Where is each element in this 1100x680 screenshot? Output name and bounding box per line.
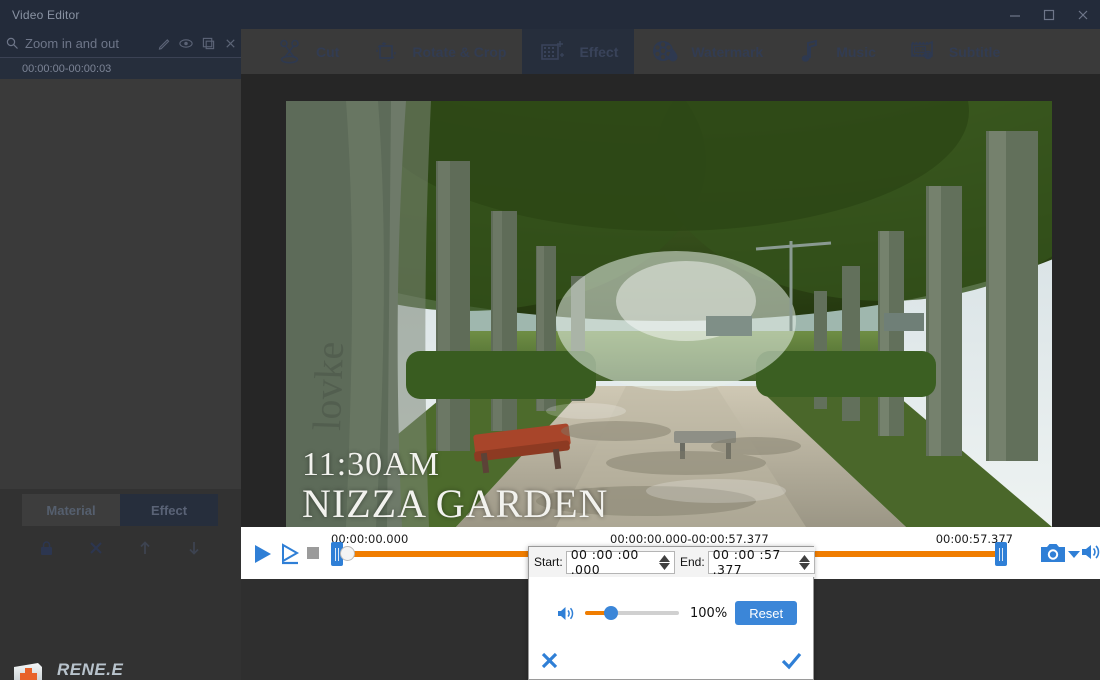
reset-button[interactable]: Reset bbox=[735, 601, 797, 625]
minimize-button[interactable] bbox=[998, 0, 1032, 29]
eye-icon[interactable] bbox=[179, 36, 193, 50]
end-time-stepper[interactable] bbox=[799, 555, 810, 570]
rotate-crop-icon bbox=[371, 37, 401, 67]
volume-slider-knob[interactable] bbox=[604, 606, 618, 620]
close-button[interactable] bbox=[1066, 0, 1100, 29]
toolbar-item-subtitle[interactable]: SLB T Subtitle bbox=[892, 29, 1016, 74]
effect-icon bbox=[538, 37, 568, 67]
close-icon[interactable] bbox=[223, 36, 237, 50]
end-time-input[interactable]: 00 :00 :57 .377 bbox=[708, 551, 815, 574]
move-up-icon[interactable] bbox=[120, 540, 169, 556]
trim-dialog: Start: 00 :00 :00 .000 End: 00 :00 :57 .… bbox=[528, 546, 814, 680]
start-time-stepper[interactable] bbox=[659, 555, 670, 570]
sidebar-content-area bbox=[0, 79, 241, 489]
trim-volume-row: 100% Reset bbox=[529, 595, 815, 631]
toolbar-item-watermark[interactable]: Watermark bbox=[634, 29, 779, 74]
play-button[interactable] bbox=[249, 541, 275, 567]
playhead-knob[interactable] bbox=[340, 546, 355, 561]
timeline-range-time: 00:00:00.000-00:00:57.377 bbox=[610, 532, 769, 546]
trim-handle-right[interactable] bbox=[995, 542, 1007, 566]
search-icon bbox=[6, 37, 19, 50]
overlay-place: NIZZA GARDEN bbox=[302, 483, 608, 525]
video-preview-area: lovke 11:30AM NIZZA GARDEN bbox=[241, 74, 1100, 527]
window-title: Video Editor bbox=[12, 8, 80, 22]
subtitle-icon: SLB T bbox=[908, 37, 938, 67]
watermark-icon bbox=[650, 37, 680, 67]
sidebar-tool-row bbox=[22, 534, 218, 562]
video-canvas[interactable]: lovke 11:30AM NIZZA GARDEN bbox=[286, 101, 1052, 527]
toolbar-item-rotate-crop[interactable]: Rotate & Crop bbox=[355, 29, 522, 74]
toolbar-item-effect[interactable]: Effect bbox=[522, 29, 634, 74]
pencil-icon[interactable] bbox=[157, 36, 171, 50]
end-label: End: bbox=[680, 555, 705, 569]
snapshot-button[interactable] bbox=[1039, 540, 1067, 566]
toolbar-item-cut[interactable]: Cut bbox=[259, 29, 355, 74]
sidebar: Zoom in and out 00:00:00-00:00:03 bbox=[0, 29, 241, 680]
tab-material[interactable]: Material bbox=[22, 494, 120, 526]
timeline-clip-row[interactable]: 00:00:00-00:00:03 bbox=[0, 57, 241, 79]
toolbar-label-subtitle: Subtitle bbox=[949, 44, 1000, 60]
start-time-value: 00 :00 :00 .000 bbox=[567, 547, 674, 577]
editor-toolbar: Cut Rotate & Crop bbox=[241, 29, 1100, 74]
lock-icon[interactable] bbox=[22, 540, 71, 557]
maximize-button[interactable] bbox=[1032, 0, 1066, 29]
video-editor-window: Video Editor Zoom in and out bbox=[0, 0, 1100, 680]
overlay-time: 11:30AM bbox=[302, 447, 608, 483]
snapshot-dropdown-chevron-down-icon[interactable] bbox=[1067, 549, 1081, 559]
toolbar-label-cut: Cut bbox=[316, 44, 339, 60]
music-note-icon bbox=[795, 37, 825, 67]
svg-text:SLB: SLB bbox=[915, 47, 925, 53]
stop-button[interactable] bbox=[305, 545, 321, 561]
player-volume-icon[interactable] bbox=[1081, 542, 1100, 562]
move-down-icon[interactable] bbox=[169, 540, 218, 556]
tab-effect[interactable]: Effect bbox=[120, 494, 218, 526]
toolbar-label-watermark: Watermark bbox=[691, 44, 763, 60]
material-effect-tabs: Material Effect bbox=[22, 494, 218, 526]
copy-icon[interactable] bbox=[201, 36, 215, 50]
trim-time-row: Start: 00 :00 :00 .000 End: 00 :00 :57 .… bbox=[529, 547, 815, 577]
sidebar-title: Zoom in and out bbox=[25, 36, 119, 51]
toolbar-label-effect: Effect bbox=[579, 44, 618, 60]
start-time-input[interactable]: 00 :00 :00 .000 bbox=[566, 551, 675, 574]
logo-mark-icon bbox=[8, 657, 48, 680]
toolbar-label-music: Music bbox=[836, 44, 876, 60]
volume-icon[interactable] bbox=[557, 605, 576, 622]
volume-percent: 100% bbox=[690, 606, 727, 621]
video-overlay-text: 11:30AM NIZZA GARDEN bbox=[302, 447, 608, 525]
next-frame-button[interactable] bbox=[277, 541, 303, 567]
trim-confirm-button[interactable] bbox=[781, 652, 802, 670]
window-controls bbox=[998, 0, 1100, 29]
title-bar: Video Editor bbox=[0, 0, 1100, 29]
sidebar-header-actions bbox=[157, 29, 237, 57]
clip-time-range: 00:00:00-00:00:03 bbox=[22, 63, 111, 75]
trim-cancel-button[interactable] bbox=[540, 651, 559, 670]
brand-logo: RENE.E Laboratory bbox=[8, 657, 132, 680]
logo-line1: RENE.E bbox=[57, 661, 132, 679]
toolbar-label-rotate-crop: Rotate & Crop bbox=[412, 44, 506, 60]
delete-icon[interactable] bbox=[71, 540, 120, 556]
toolbar-item-music[interactable]: Music bbox=[779, 29, 892, 74]
volume-slider[interactable] bbox=[585, 611, 679, 615]
cut-icon bbox=[275, 37, 305, 67]
svg-text:T: T bbox=[926, 53, 930, 59]
start-label: Start: bbox=[534, 555, 563, 569]
svg-text:lovke: lovke bbox=[304, 341, 352, 431]
sidebar-header: Zoom in and out bbox=[0, 29, 241, 57]
